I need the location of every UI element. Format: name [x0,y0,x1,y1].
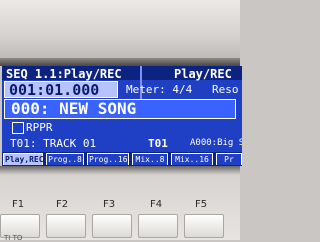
f4-label: F4 [150,199,163,210]
track-id: T01 [148,137,168,150]
f2-label: F2 [56,199,69,210]
tab-play-rec[interactable]: Play,REC [3,153,44,165]
tab-more[interactable]: Pr [216,153,242,165]
program-select[interactable]: A000:Big Sc [190,138,242,148]
f5-button[interactable] [184,214,224,238]
device-bezel-top [0,0,240,62]
f4-button[interactable] [138,214,178,238]
tab-prog-16[interactable]: Prog..16 [87,153,129,165]
f3-label: F3 [103,199,116,210]
f5-label: F5 [195,199,208,210]
screen-frame [0,58,240,66]
track-row: T01: TRACK 01 T01 A000:Big Sc [2,137,242,151]
locator-field[interactable]: 001:01.000 [4,81,118,99]
f1-label: F1 [12,199,25,210]
page-title: SEQ 1.1:Play/REC [6,67,122,81]
song-select-field[interactable]: 000: NEW SONG [4,99,236,119]
tab-prog-8[interactable]: Prog..8 [46,153,84,165]
meter-field[interactable]: Meter: 4/4 [126,83,192,96]
locator-row: 001:01.000 Meter: 4/4 Reso [2,81,242,99]
rppr-row: RPPR [2,121,242,135]
locator-value: 001:01.000 [9,81,100,99]
track-select[interactable]: T01: TRACK 01 [10,137,96,150]
tab-mix-16[interactable]: Mix..16 [171,153,213,165]
f2-button[interactable] [46,214,86,238]
song-row: 000: NEW SONG [2,99,242,119]
reso-field[interactable]: Reso [212,83,239,96]
rppr-checkbox[interactable] [12,122,24,134]
f3-button[interactable] [92,214,132,238]
title-bar: SEQ 1.1:Play/REC Play/REC [2,66,242,81]
page-tabs: Play,REC Prog..8 Prog..16 Mix..8 Mix..16… [2,152,242,166]
tab-mix-8[interactable]: Mix..8 [132,153,168,165]
sub-label: TI TO [4,234,23,242]
lcd-screen: SEQ 1.1:Play/REC Play/REC 001:01.000 Met… [2,66,242,166]
mode-title: Play/REC [174,67,232,81]
rppr-label: RPPR [26,121,53,134]
song-name: 000: NEW SONG [11,99,137,118]
